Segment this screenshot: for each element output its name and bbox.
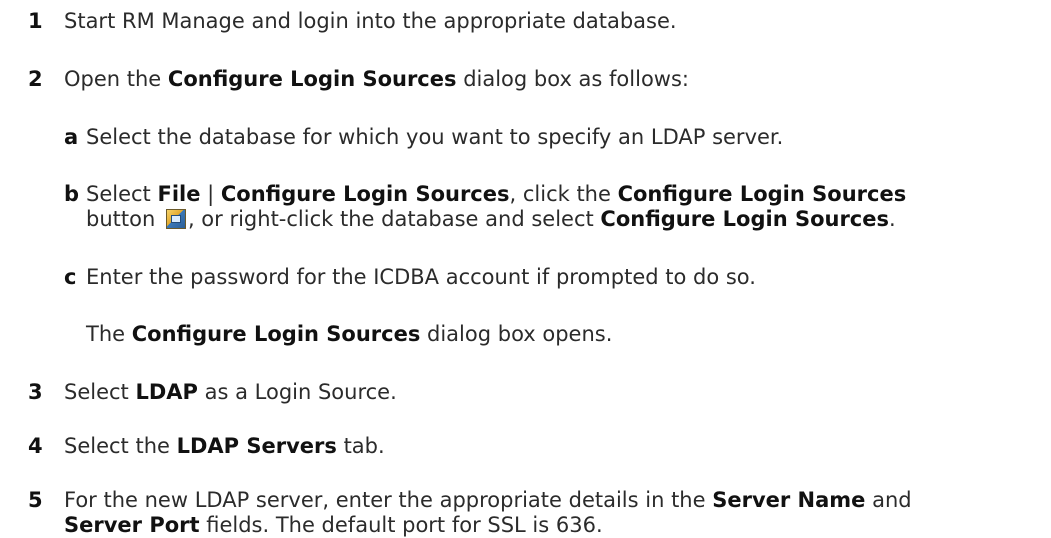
step-text: For the new LDAP server, enter the appro… [64, 488, 912, 512]
result-note: The Configure Login Sources dialog box o… [86, 322, 613, 346]
substep-letter: c [64, 265, 77, 289]
step-number: 2 [28, 67, 43, 91]
step-text: Start RM Manage and login into the appro… [64, 9, 677, 33]
substep-text: Select File | Configure Login Sources, c… [86, 182, 907, 206]
substep-text: button , or right-click the database and… [86, 207, 896, 231]
substep-text: Select the database for which you want t… [86, 125, 784, 149]
step-text: Select the LDAP Servers tab. [64, 434, 385, 458]
step-text: Server Port fields. The default port for… [64, 513, 603, 537]
step-number: 3 [28, 380, 43, 404]
step-text: Select LDAP as a Login Source. [64, 380, 397, 404]
substep-text: Enter the password for the ICDBA account… [86, 265, 756, 289]
substep-letter: b [64, 182, 80, 206]
substep-letter: a [64, 125, 79, 149]
configure-login-sources-icon [165, 209, 186, 229]
dialog-name: Configure Login Sources [167, 67, 457, 91]
step-number: 5 [28, 488, 43, 512]
step-number: 4 [28, 434, 43, 458]
step-text: Open the Configure Login Sources dialog … [64, 67, 689, 91]
step-number: 1 [28, 9, 43, 33]
